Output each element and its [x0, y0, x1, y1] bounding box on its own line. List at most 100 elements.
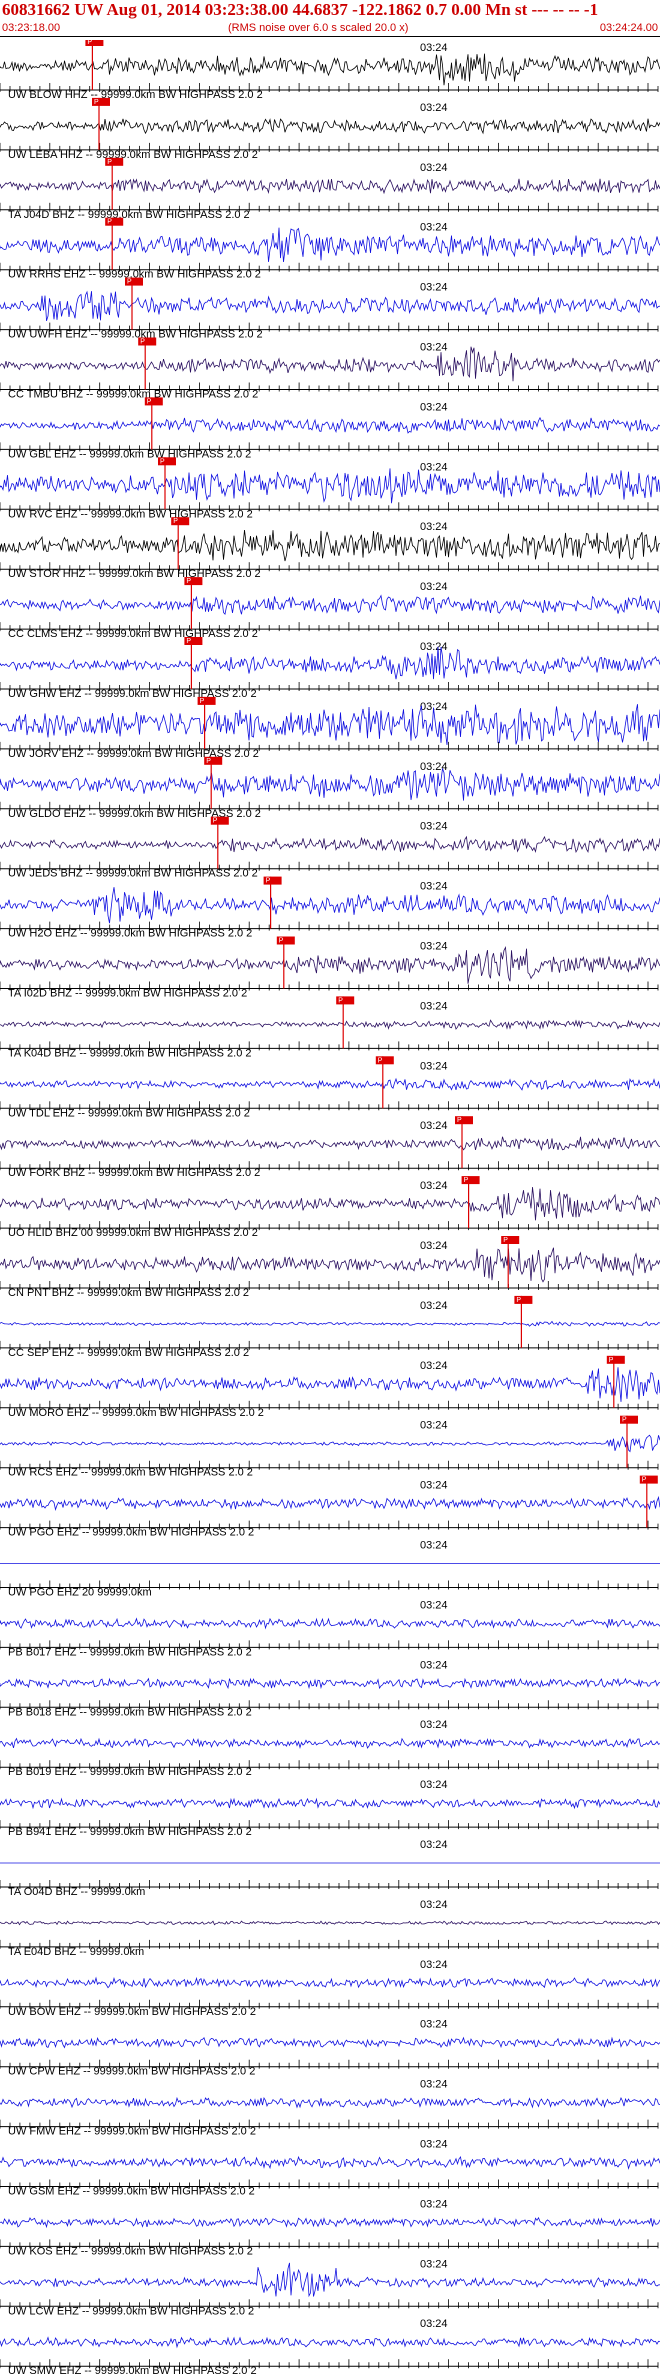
waveform-line — [0, 2155, 660, 2170]
pick-flag-label: P — [140, 339, 145, 346]
time-marker-label: 03:24 — [420, 1120, 448, 1132]
time-marker-label: 03:24 — [420, 1899, 448, 1911]
pick-flag-label: P — [206, 758, 211, 765]
trace-strip: 03:24 PB B941 EHZ -- 99999.0km BW HIGHPAS… — [0, 1779, 660, 1838]
time-marker-label: 03:24 — [420, 461, 448, 473]
waveform-line — [0, 1976, 660, 1989]
waveform-line — [0, 1434, 660, 1453]
station-label: UW H2O EHZ -- 99999.0km BW HIGHPASS 2.0 … — [8, 928, 252, 940]
pick-flag-label: P — [87, 40, 92, 46]
pick-flag-label: P — [173, 518, 178, 525]
end-time: 03:24:24.00 — [599, 22, 658, 34]
trace-strip: 03:24UW RRHS EHZ -- 99999.0km BW HIGHPAS… — [0, 217, 660, 281]
station-label: UW MORO EHZ -- 99999.0km BW HIGHPASS 2.0… — [8, 1407, 264, 1419]
time-marker-label: 03:24 — [420, 821, 448, 833]
waveform-line — [0, 1077, 660, 1091]
trace-strip: 03:24 UW CPW EHZ -- 99999.0km BW HIGHPASS… — [0, 2019, 660, 2078]
pick-flag-label: P — [378, 1057, 383, 1064]
waveform-line — [0, 835, 660, 854]
trace-strip: 03:24 PB B018 EHZ -- 99999.0km BW HIGHPAS… — [0, 1659, 660, 1718]
trace-strip: 03:24UW GLDO EHZ -- 99999.0km BW HIGHPAS… — [0, 756, 660, 820]
trace-strip: 03:24 UW KOS EHZ -- 99999.0km BW HIGHPASS… — [0, 2198, 660, 2257]
time-marker-label: 03:24 — [420, 222, 448, 234]
station-label: CC CLMS EHZ -- 99999.0km BW HIGHPASS 2.0… — [8, 628, 258, 640]
time-marker-label: 03:24 — [420, 2139, 448, 2151]
trace-strip: 03:24 UW BOW EHZ -- 99999.0km BW HIGHPASS… — [0, 1959, 660, 2018]
time-marker-label: 03:24 — [420, 521, 448, 533]
pick-flag-label: P — [127, 279, 132, 286]
waveform-line — [0, 178, 660, 195]
trace-strip: 03:24 UW FORK BHZ -- 99999.0km BW HIGHPAS… — [0, 1116, 660, 1179]
waveform-line — [0, 529, 660, 562]
pick-flag-label: P — [147, 398, 152, 405]
time-marker-label: 03:24 — [420, 42, 448, 54]
time-marker-label: 03:24 — [420, 162, 448, 174]
time-marker-label: 03:24 — [420, 401, 448, 413]
time-marker-label: 03:24 — [420, 342, 448, 354]
pick-flag-label: P — [266, 878, 271, 885]
pick-flag-label: P — [107, 159, 112, 166]
waveform-line — [0, 1677, 660, 1690]
trace-strip: 03:24 TA I02D BHZ -- 99999.0km BW HIGHPAS… — [0, 936, 660, 1000]
station-label: UW UWFH EHZ -- 99999.0km BW HIGHPASS 2.0… — [8, 329, 263, 341]
station-label: UW CPW EHZ -- 99999.0km BW HIGHPASS 2.0 … — [8, 2066, 255, 2078]
trace-strip: 03:24 UW RVC EHZ -- 99999.0km BW HIGHPASS… — [0, 457, 660, 520]
station-label: UW SMW EHZ -- 99999.0km BW HIGHPASS 2.0 … — [8, 2365, 257, 2377]
station-label: CC SEP EHZ -- 99999.0km BW HIGHPASS 2.0 … — [8, 1347, 249, 1359]
pick-flag-label: P — [503, 1237, 508, 1244]
station-label: UW GSM EHZ -- 99999.0km BW HIGHPASS 2.0 … — [8, 2186, 255, 2198]
trace-strip: 03:24 UW GSM EHZ -- 99999.0km BW HIGHPASS… — [0, 2139, 660, 2198]
station-label: UW BLOW HHZ -- 99999.0km BW HIGHPASS 2.0… — [8, 89, 263, 101]
pick-flag-label: P — [186, 638, 191, 645]
time-marker-label: 03:24 — [420, 641, 448, 653]
waveform-line — [0, 1136, 660, 1151]
station-label: CC TMBU BHZ -- 99999.0km BW HIGHPASS 2.0… — [8, 389, 258, 401]
time-marker-label: 03:24 — [420, 581, 448, 593]
station-label: UW PGO EHZ 20 99999.0km — [8, 1587, 152, 1599]
trace-strip: 03:24 UW STOR HHZ -- 99999.0km BW HIGHPAS… — [0, 517, 660, 580]
time-marker-label: 03:24 — [420, 1420, 448, 1432]
waveform-line — [0, 768, 660, 801]
header-divider — [0, 36, 660, 37]
station-label: TA K04D BHZ -- 99999.0km BW HIGHPASS 2.0… — [8, 1047, 252, 1059]
trace-strip: 03:24 TA E04D BHZ -- 99999.0km — [0, 1899, 660, 1958]
station-label: UW LCW EHZ -- 99999.0km BW HIGHPASS 2.0 … — [8, 2305, 254, 2317]
waveform-line — [0, 346, 660, 382]
seismogram-header: 60831662 UW Aug 01, 2014 03:23:38.00 44.… — [0, 0, 660, 40]
time-marker-label: 03:24 — [420, 2079, 448, 2091]
pick-flag-label: P — [200, 698, 205, 705]
time-marker-label: 03:24 — [420, 1240, 448, 1252]
trace-strip: 03:24 UW RCS EHZ -- 99999.0km BW HIGHPASS… — [0, 1415, 660, 1479]
station-label: UW GHW EHZ -- 99999.0km BW HIGHPASS 2.0 … — [8, 688, 257, 700]
time-marker-label: 03:24 — [420, 2318, 448, 2330]
station-label: TA I02D BHZ -- 99999.0km BW HIGHPASS 2.0… — [8, 988, 247, 1000]
waveform-line — [0, 594, 660, 615]
time-marker-label: 03:24 — [420, 1839, 448, 1851]
trace-strip: 03:24 TA O04D BHZ -- 99999.0km — [0, 1839, 660, 1898]
waveform-line — [0, 1617, 660, 1630]
pick-flag-label: P — [279, 938, 284, 945]
trace-strip: 03:24 CC SEP EHZ -- 99999.0km BW HIGHPASS… — [0, 1295, 660, 1359]
waveform-line — [0, 2036, 660, 2049]
time-marker-label: 03:24 — [420, 2258, 448, 2270]
trace-strip: 03:24 UW GBL EHZ -- 99999.0km BW HIGHPASS… — [0, 397, 660, 460]
start-time: 03:23:18.00 — [2, 22, 61, 34]
pick-flag-label: P — [457, 1117, 462, 1124]
pick-flag-label: P — [622, 1417, 627, 1424]
time-marker-label: 03:24 — [420, 1000, 448, 1012]
station-label: UW JEDS BHZ -- 99999.0km BW HIGHPASS 2.0… — [8, 868, 258, 880]
seismogram-traces: 03:24 UW BLOW HHZ -- 99999.0km BW HIGHPAS… — [0, 40, 660, 2377]
time-marker-label: 03:24 — [420, 1659, 448, 1671]
waveform-line — [0, 2262, 660, 2298]
time-marker-label: 03:24 — [420, 1779, 448, 1791]
trace-strip: 03:24 UW GHW EHZ -- 99999.0km BW HIGHPASS… — [0, 637, 660, 700]
trace-strip: 03:24 PB B019 EHZ -- 99999.0km BW HIGHPAS… — [0, 1719, 660, 1778]
station-label: PB B941 EHZ -- 99999.0km BW HIGHPASS 2.0… — [8, 1826, 252, 1838]
time-marker-label: 03:24 — [420, 1540, 448, 1552]
station-label: UW PGO EHZ -- 99999.0km BW HIGHPASS 2.0 … — [8, 1527, 254, 1539]
trace-strip: 03:24 UW MORO EHZ -- 99999.0km BW HIGHPAS… — [0, 1355, 660, 1419]
time-marker-label: 03:24 — [420, 1480, 448, 1492]
waveform-line — [0, 1367, 660, 1402]
waveform-line — [0, 227, 660, 263]
trace-strip: 03:24 UW UWFH EHZ -- 99999.0km BW HIGHPAS… — [0, 277, 660, 341]
